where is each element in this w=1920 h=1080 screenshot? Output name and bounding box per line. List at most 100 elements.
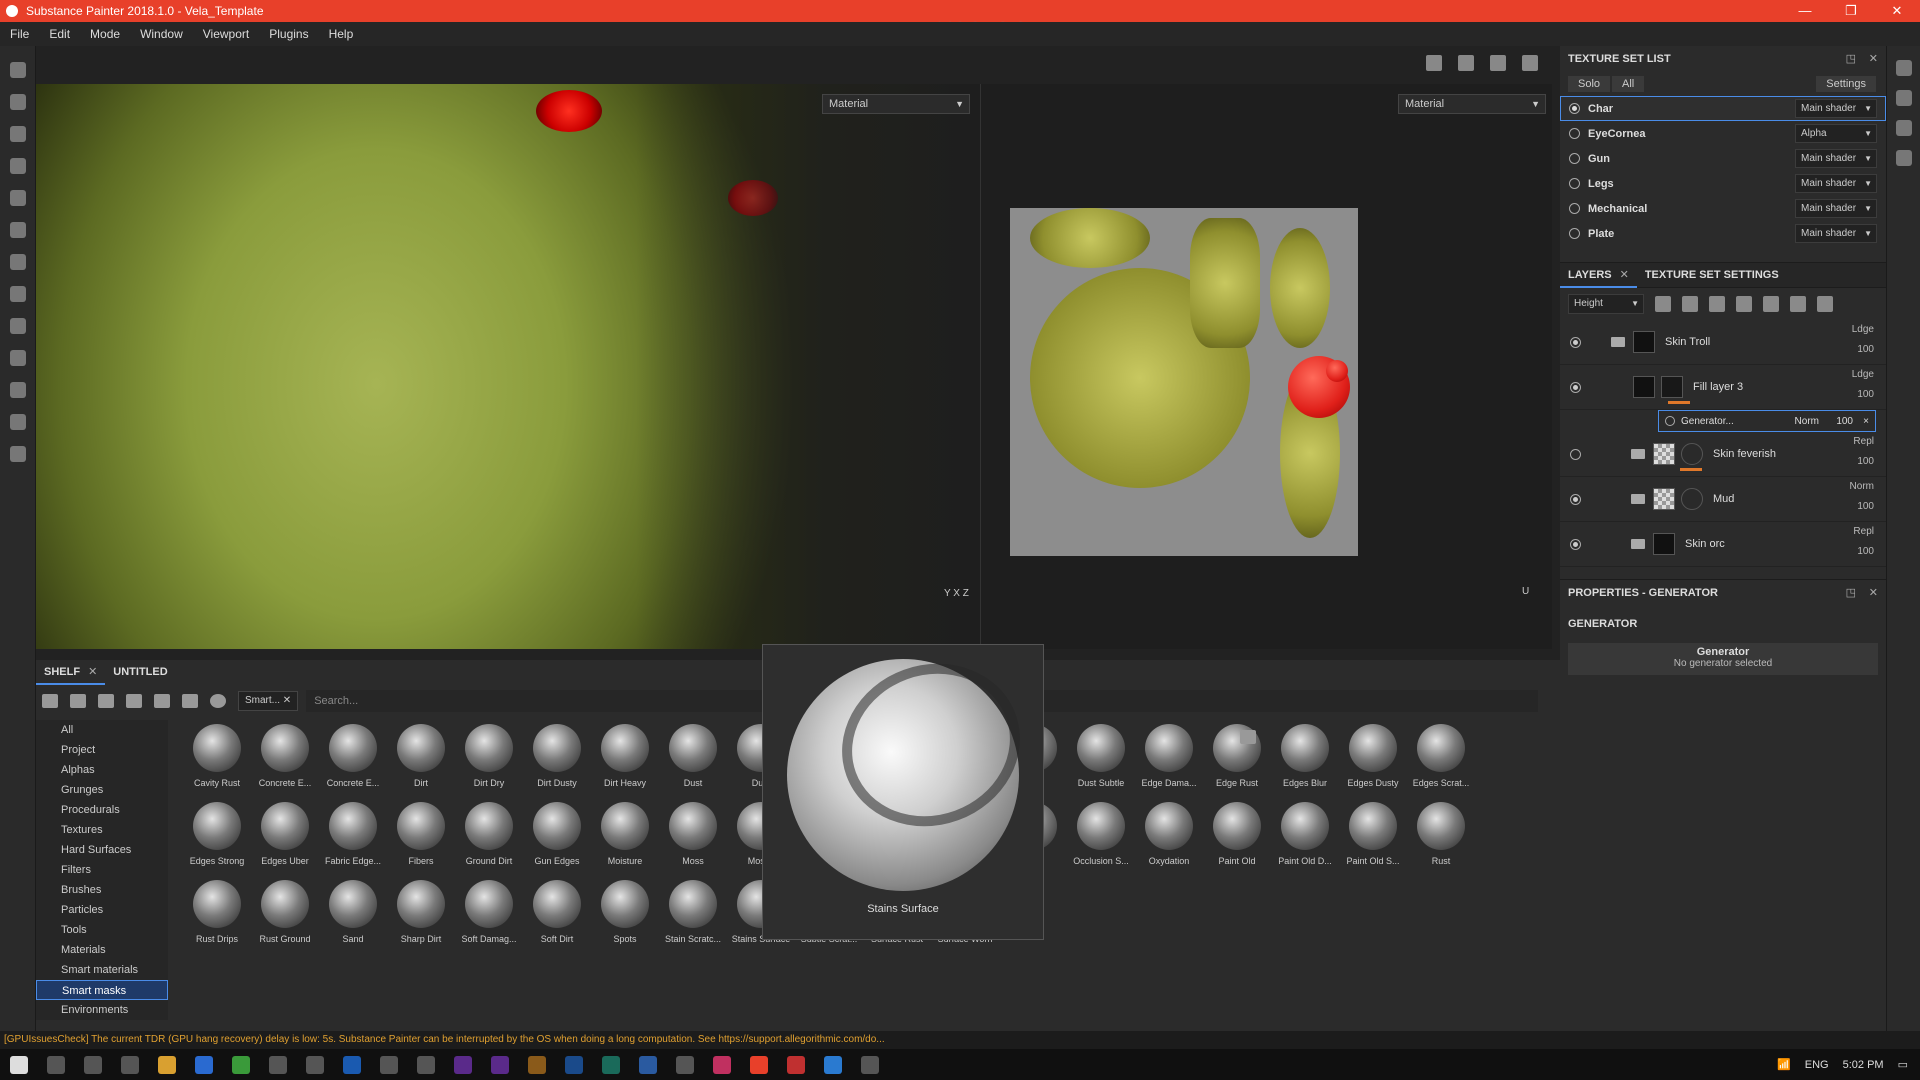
category-item[interactable]: Alphas bbox=[36, 760, 168, 780]
settings-button[interactable]: Settings bbox=[1816, 76, 1876, 92]
layer-row[interactable]: Fill layer 3 Ldge 100 bbox=[1560, 365, 1886, 410]
viewport-3d[interactable] bbox=[36, 84, 980, 649]
add-smart-mask-icon[interactable] bbox=[1763, 296, 1779, 312]
radio-icon[interactable] bbox=[1569, 228, 1580, 239]
minimize-button[interactable]: — bbox=[1782, 0, 1828, 22]
illustrator-icon[interactable] bbox=[528, 1055, 546, 1074]
shelf-item[interactable]: Fabric Edge... bbox=[320, 802, 386, 880]
radio-icon[interactable] bbox=[1569, 128, 1580, 139]
shelf-item[interactable]: Sharp Dirt bbox=[388, 880, 454, 958]
shelf-item[interactable]: Dirt bbox=[388, 724, 454, 802]
opacity-value[interactable]: 100 bbox=[1857, 456, 1874, 467]
blend-mode[interactable]: Norm bbox=[1795, 416, 1819, 427]
shelf-item[interactable]: Stain Scratc... bbox=[660, 880, 726, 958]
color-picker-icon[interactable] bbox=[10, 254, 26, 270]
category-item[interactable]: Smart materials bbox=[36, 960, 168, 980]
clone-stamp-icon[interactable] bbox=[10, 222, 26, 238]
shelf-item[interactable]: Paint Old S... bbox=[1340, 802, 1406, 880]
solo-button[interactable]: Solo bbox=[1568, 76, 1611, 92]
premiere-icon[interactable] bbox=[491, 1055, 509, 1074]
generator-box[interactable]: Generator No generator selected bbox=[1568, 643, 1878, 675]
app-icon[interactable] bbox=[861, 1055, 879, 1074]
folder-icon[interactable] bbox=[42, 694, 58, 708]
channel-select[interactable]: Height ▼ bbox=[1568, 294, 1644, 314]
cube-icon[interactable] bbox=[1458, 55, 1474, 71]
filter-chip[interactable]: Smart... ✕ bbox=[238, 691, 299, 711]
task-view-icon[interactable] bbox=[121, 1055, 139, 1074]
menu-mode[interactable]: Mode bbox=[90, 27, 120, 41]
close-icon[interactable]: ✕ bbox=[1620, 269, 1629, 281]
shelf-item[interactable]: Sand bbox=[320, 880, 386, 958]
steam-icon[interactable] bbox=[343, 1055, 361, 1074]
viewport-2d-channel-select[interactable]: Material ▼ bbox=[1398, 94, 1546, 114]
menu-help[interactable]: Help bbox=[329, 27, 354, 41]
texture-set-row[interactable]: Plate Main shader ▼ bbox=[1560, 221, 1886, 246]
app-icon[interactable] bbox=[417, 1055, 435, 1074]
shelf-item[interactable]: Soft Dirt bbox=[524, 880, 590, 958]
chrome-icon[interactable] bbox=[639, 1055, 657, 1074]
add-fill-layer-icon[interactable] bbox=[1736, 296, 1752, 312]
cortana-icon[interactable] bbox=[84, 1055, 102, 1074]
opacity-value[interactable]: 100 bbox=[1857, 546, 1874, 557]
menu-plugins[interactable]: Plugins bbox=[269, 27, 308, 41]
shelf-item[interactable]: Edges Dusty bbox=[1340, 724, 1406, 802]
visibility-icon[interactable] bbox=[1570, 493, 1581, 505]
new-icon[interactable] bbox=[70, 694, 86, 708]
shelf-item[interactable]: Gun Edges bbox=[524, 802, 590, 880]
settings-icon[interactable] bbox=[10, 446, 26, 462]
generator-effect-row[interactable]: Generator... Norm 100 × bbox=[1658, 410, 1876, 432]
category-item[interactable]: Smart masks bbox=[36, 980, 168, 1000]
menu-edit[interactable]: Edit bbox=[49, 27, 70, 41]
tab-texture-set-settings[interactable]: TEXTURE SET SETTINGS bbox=[1637, 262, 1787, 288]
shelf-item[interactable]: Spots bbox=[592, 880, 658, 958]
visibility-icon[interactable] bbox=[1570, 336, 1581, 348]
opacity-value[interactable]: 100 bbox=[1857, 389, 1874, 400]
shader-select[interactable]: Alpha ▼ bbox=[1795, 124, 1877, 143]
display-settings-icon[interactable] bbox=[1896, 90, 1912, 106]
notification-icon[interactable]: ▭ bbox=[1898, 1058, 1908, 1071]
blend-mode[interactable]: Ldge bbox=[1852, 324, 1874, 335]
shelf-item[interactable]: Edges Uber bbox=[252, 802, 318, 880]
layer-row[interactable]: Skin feverish Repl 100 bbox=[1560, 432, 1886, 477]
language-indicator[interactable]: ENG bbox=[1805, 1059, 1829, 1071]
radio-icon[interactable] bbox=[1569, 153, 1580, 164]
delete-icon[interactable] bbox=[1817, 296, 1833, 312]
shelf-item[interactable]: Moss bbox=[660, 802, 726, 880]
eraser-icon[interactable] bbox=[10, 94, 26, 110]
after-effects-icon[interactable] bbox=[454, 1055, 472, 1074]
shelf-item[interactable]: Dust bbox=[660, 724, 726, 802]
visibility-icon[interactable] bbox=[1570, 448, 1581, 460]
pin-icon[interactable]: ◳ bbox=[1846, 46, 1856, 72]
photoshop-icon[interactable] bbox=[565, 1055, 583, 1074]
close-icon[interactable]: ✕ bbox=[1869, 580, 1878, 606]
shelf-item[interactable]: Soft Damag... bbox=[456, 880, 522, 958]
shelf-item[interactable]: Rust Ground bbox=[252, 880, 318, 958]
shelf-item[interactable]: Moisture bbox=[592, 802, 658, 880]
all-button[interactable]: All bbox=[1612, 76, 1645, 92]
shelf-item[interactable]: Paint Old bbox=[1204, 802, 1270, 880]
category-item[interactable]: Particles bbox=[36, 900, 168, 920]
windows-start-icon[interactable] bbox=[10, 1055, 28, 1074]
texture-set-row[interactable]: EyeCornea Alpha ▼ bbox=[1560, 121, 1886, 146]
app-icon[interactable] bbox=[306, 1055, 324, 1074]
close-icon[interactable]: × bbox=[1863, 416, 1869, 427]
shelf-item[interactable]: Rust Drips bbox=[184, 880, 250, 958]
shader-select[interactable]: Main shader ▼ bbox=[1795, 149, 1877, 168]
app-icon[interactable] bbox=[380, 1055, 398, 1074]
opacity-value[interactable]: 100 bbox=[1836, 416, 1853, 427]
polygon-fill-icon[interactable] bbox=[10, 158, 26, 174]
shader-select[interactable]: Main shader ▼ bbox=[1795, 99, 1877, 118]
file-explorer-icon[interactable] bbox=[158, 1055, 176, 1074]
particles-icon[interactable] bbox=[10, 318, 26, 334]
blend-mode[interactable]: Repl bbox=[1853, 526, 1874, 537]
smudge-icon[interactable] bbox=[10, 190, 26, 206]
visibility-icon[interactable] bbox=[1570, 381, 1581, 393]
save-icon[interactable] bbox=[98, 694, 114, 708]
category-item[interactable]: Procedurals bbox=[36, 800, 168, 820]
add-folder-icon[interactable] bbox=[1790, 296, 1806, 312]
texture-set-row[interactable]: Char Main shader ▼ bbox=[1560, 96, 1886, 121]
log-icon[interactable] bbox=[1896, 150, 1912, 166]
texture-set-row[interactable]: Mechanical Main shader ▼ bbox=[1560, 196, 1886, 221]
opacity-value[interactable]: 100 bbox=[1857, 501, 1874, 512]
tab-layers[interactable]: LAYERS ✕ bbox=[1560, 262, 1637, 288]
